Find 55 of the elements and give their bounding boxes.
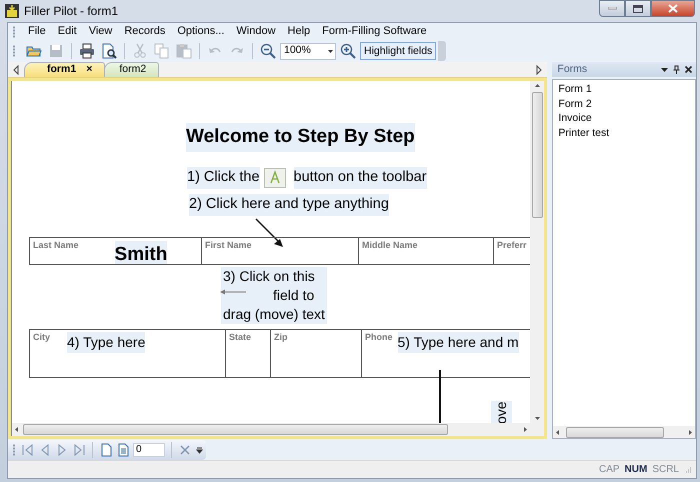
zoom-field[interactable]: 100% [280,42,336,60]
highlight-fields-button[interactable]: Highlight fields [360,42,436,60]
form-list-item[interactable]: Form 2 [553,96,695,111]
document-heading: Welcome to Step By Step [186,123,415,152]
text-tool-icon [264,168,286,188]
zoom-in-icon[interactable] [338,41,358,61]
menu-item[interactable]: Window [230,24,282,39]
zoom-out-icon[interactable] [258,41,278,61]
overflow-icon[interactable] [195,445,204,454]
maximize-button[interactable] [625,0,651,17]
menu-item[interactable]: Edit [52,24,83,39]
tab-label: form2 [119,62,146,78]
document-icon[interactable] [116,442,130,456]
document-tab[interactable]: form2 [104,62,160,77]
minimize-button[interactable] [599,0,625,17]
tab-label: form1 [47,62,76,78]
vertical-line [439,370,441,423]
status-indicator: CAP [598,463,621,477]
close-icon[interactable] [684,65,693,74]
pin-icon[interactable] [672,65,681,74]
record-number-field[interactable]: 0 [133,442,165,456]
menu-item[interactable]: Options... [171,24,230,39]
status-indicator: SCRL [651,463,680,477]
close-tab-button[interactable]: × [86,62,92,78]
page-icon[interactable] [99,442,113,456]
document-tab[interactable]: form1 × [24,62,106,77]
menu-item[interactable]: Records [118,24,172,39]
instruction-text: 1) Click the [187,167,260,189]
minimize-icon [608,7,616,10]
scrollbar-thumb[interactable] [532,92,543,218]
instruction-text: button on the toolbar [294,167,427,189]
first-record-icon[interactable] [21,442,35,456]
resize-grip-icon[interactable] [683,465,692,474]
dropdown-icon[interactable] [660,65,669,74]
form-list-item[interactable]: Printer test [553,126,695,140]
menu-item[interactable]: File [22,24,52,39]
menu-item[interactable]: Help [282,24,316,39]
last-record-icon[interactable] [72,442,86,456]
form-list-item[interactable]: Invoice [553,111,695,126]
form-list-item[interactable]: Form 1 [553,82,695,96]
panel-title: Forms [557,62,588,77]
app-icon [5,4,19,18]
close-button[interactable] [651,0,695,17]
scrollbar-thumb[interactable] [566,426,664,438]
left-arrow-icon [220,289,246,295]
status-indicator: NUM [624,463,648,477]
instruction-text: 3) Click on this field to drag (move) text [221,267,327,324]
instruction-text: 2) Click here and type anything [189,194,389,216]
window-title: Filler Pilot - form1 [24,3,118,20]
menu-item[interactable]: View [82,24,118,39]
close-icon [668,4,678,13]
maximize-icon [633,4,643,12]
menu-item[interactable]: Form-Filling Software [316,24,433,39]
scrollbar-thumb[interactable] [23,424,448,435]
printer-icon[interactable] [77,41,97,61]
